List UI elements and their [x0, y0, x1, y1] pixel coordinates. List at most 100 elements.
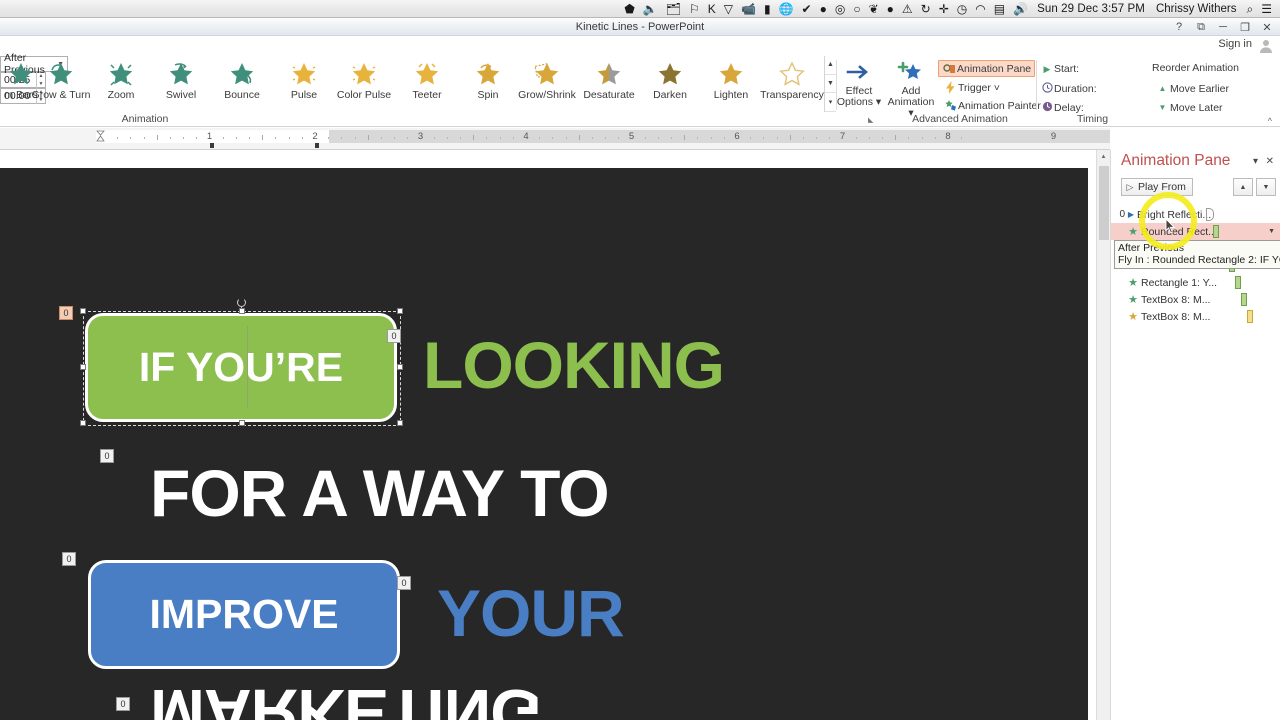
flag-icon[interactable]: ⚐ [685, 0, 704, 18]
ribbon-display-options-button[interactable]: ⧉ [1190, 19, 1212, 35]
menubar-username[interactable]: Chrissy Withers [1150, 0, 1243, 18]
animation-timeline-bar[interactable] [1241, 293, 1247, 306]
handle-br[interactable] [397, 420, 403, 426]
animation-timeline-bar[interactable] [1206, 208, 1214, 221]
ruler-tick-minor [882, 137, 884, 139]
ruler-number: 2 [312, 131, 318, 142]
play-from-label: Play From [1138, 181, 1186, 193]
ruler-tab-stop[interactable] [209, 143, 214, 148]
rotation-handle[interactable] [237, 298, 246, 307]
animation-pane-icon [942, 63, 957, 75]
slide-text-for-a-way-to[interactable]: FOR A WAY TO [150, 460, 610, 526]
handle-ml[interactable] [80, 364, 86, 370]
handle-bl[interactable] [80, 420, 86, 426]
pane-move-down-button[interactable]: ▼ [1256, 178, 1276, 196]
animation-item-name: TextBox 8: M... [1141, 310, 1211, 323]
scroll-up-arrow-icon[interactable]: ▲ [1097, 150, 1110, 164]
horizontal-ruler[interactable]: 1 2 3 4 5 6 7 8 9 [0, 128, 1110, 150]
kaspersky-icon[interactable]: K [704, 0, 720, 18]
animation-list-item[interactable]: ★ Rectangle 1: Y... [1111, 274, 1280, 291]
anim-tag-2[interactable]: 0 [387, 329, 401, 343]
handle-mr[interactable] [397, 364, 403, 370]
wifi-icon[interactable]: ◠ [971, 0, 989, 18]
volume-alt-icon[interactable]: 🔈 [639, 0, 662, 18]
star-icon [717, 59, 745, 89]
check-icon[interactable]: ✔ [798, 0, 816, 18]
animation-pane[interactable]: Animation Pane ▾ ✕ ▷ Play From ▲ ▼ 0 ▶ Bri… [1110, 150, 1280, 720]
move-earlier-button[interactable]: ▲ Move Earlier [1152, 80, 1232, 97]
anim-tag-4[interactable]: 0 [62, 552, 76, 566]
ruler-track: 1 2 3 4 5 6 7 8 9 [96, 130, 1110, 143]
anim-tag-6[interactable]: 0 [116, 697, 130, 711]
sign-in-button[interactable]: Sign in [1218, 38, 1252, 50]
animation-star-icon: ★ [1128, 311, 1138, 323]
move-icon[interactable]: ✛ [935, 0, 953, 18]
pane-close-button[interactable]: ✕ [1266, 156, 1274, 167]
slide-text-looking[interactable]: LOOKING [423, 332, 725, 398]
anim-tag-1[interactable]: 0 [59, 306, 73, 320]
disc-icon[interactable]: ● [816, 0, 831, 18]
animation-pane-button[interactable]: Animation Pane [938, 60, 1036, 77]
animation-painter-button[interactable]: Animation Painter [940, 97, 1044, 114]
animation-timeline-bar[interactable] [1235, 276, 1241, 289]
account-avatar-icon[interactable] [1258, 38, 1274, 53]
animation-gallery[interactable]: m Bars Grow & Turn Zoom Swivel Bounce Pulse Co… [0, 56, 836, 112]
shield-globe-icon[interactable]: 🌐 [775, 0, 798, 18]
dropbox-icon[interactable]: ⬟ [620, 0, 638, 18]
star-icon [228, 59, 256, 89]
close-button[interactable]: ✕ [1256, 19, 1278, 35]
indent-marker-icon[interactable] [96, 130, 105, 142]
ruler-tick-minor [776, 137, 778, 139]
animation-gallery-item-transparency[interactable]: Transparency [753, 56, 831, 112]
ruler-number: 4 [523, 131, 529, 142]
move-later-button[interactable]: ▼ Move Later [1152, 99, 1226, 116]
pane-options-dropdown[interactable]: ▾ [1253, 156, 1258, 167]
scrollbar-thumb[interactable] [1099, 166, 1109, 240]
clipboard-icon[interactable]: 🗂 [662, 0, 685, 18]
camera-video-icon[interactable]: 📹 [737, 0, 760, 18]
start-label: Start: [1054, 63, 1080, 75]
anim-tag-3[interactable]: 0 [100, 449, 114, 463]
slide-vertical-scrollbar[interactable]: ▲ [1096, 150, 1110, 720]
handle-tl[interactable] [80, 308, 86, 314]
handle-bm[interactable] [239, 420, 245, 426]
animation-list-item[interactable]: ★ TextBox 8: M... [1111, 291, 1280, 308]
animation-list-item[interactable]: ★ TextBox 8: M... [1111, 308, 1280, 325]
effect-options-button[interactable]: Effect Options ▾ [832, 58, 886, 108]
bird-icon[interactable]: ❦ [865, 0, 883, 18]
slide-text-marketing[interactable]: MARKETING [150, 676, 541, 720]
restore-button[interactable]: ❐ [1234, 19, 1256, 35]
caret-icon[interactable]: ▽ [720, 0, 737, 18]
add-animation-button[interactable]: Add Animation ▾ [884, 58, 938, 119]
speaker-warn-icon[interactable]: ⚠ [898, 0, 917, 18]
animation-timeline-bar[interactable] [1213, 225, 1219, 238]
pane-move-up-button[interactable]: ▲ [1233, 178, 1253, 196]
help-button[interactable]: ? [1168, 19, 1190, 35]
clock-icon [1040, 82, 1054, 96]
animation-item-dropdown[interactable]: ▼ [1268, 228, 1275, 235]
notification-center-icon[interactable]: ☰ [1257, 0, 1276, 18]
anim-tag-5[interactable]: 0 [397, 576, 411, 590]
spotlight-search-icon[interactable]: ⌕ [1243, 0, 1258, 18]
trigger-button[interactable]: Trigger ˅ [940, 79, 1003, 96]
collapse-ribbon-button[interactable]: ^ [1268, 116, 1272, 126]
ruler-tick-minor [552, 137, 554, 139]
handle-tm[interactable] [239, 308, 245, 314]
refresh-icon[interactable]: ↻ [917, 0, 935, 18]
handle-tr[interactable] [397, 308, 403, 314]
slide-editing-area[interactable]: IF YOU’RE LOOKING FOR A WAY TO IMPROVE Y… [0, 150, 1110, 720]
animation-dialog-launcher[interactable]: ◣ [868, 116, 873, 124]
animation-timeline-bar[interactable] [1247, 310, 1253, 323]
loop-icon[interactable]: ◎ [831, 0, 849, 18]
volume-icon[interactable]: 🔊 [1009, 0, 1032, 18]
slide-text-your[interactable]: YOUR [437, 580, 625, 646]
input-source-icon[interactable]: ▤ [990, 0, 1009, 18]
minimize-button[interactable]: ─ [1212, 19, 1234, 35]
evernote-icon[interactable]: ● [883, 0, 898, 18]
circle-icon[interactable]: ○ [849, 0, 864, 18]
ruler-tab-stop[interactable] [315, 143, 319, 148]
battery-icon[interactable]: ▮ [760, 0, 775, 18]
time-machine-icon[interactable]: ◷ [953, 0, 971, 18]
menubar-clock[interactable]: Sun 29 Dec 3:57 PM [1032, 0, 1150, 18]
slide-canvas[interactable]: IF YOU’RE LOOKING FOR A WAY TO IMPROVE Y… [0, 168, 1088, 720]
